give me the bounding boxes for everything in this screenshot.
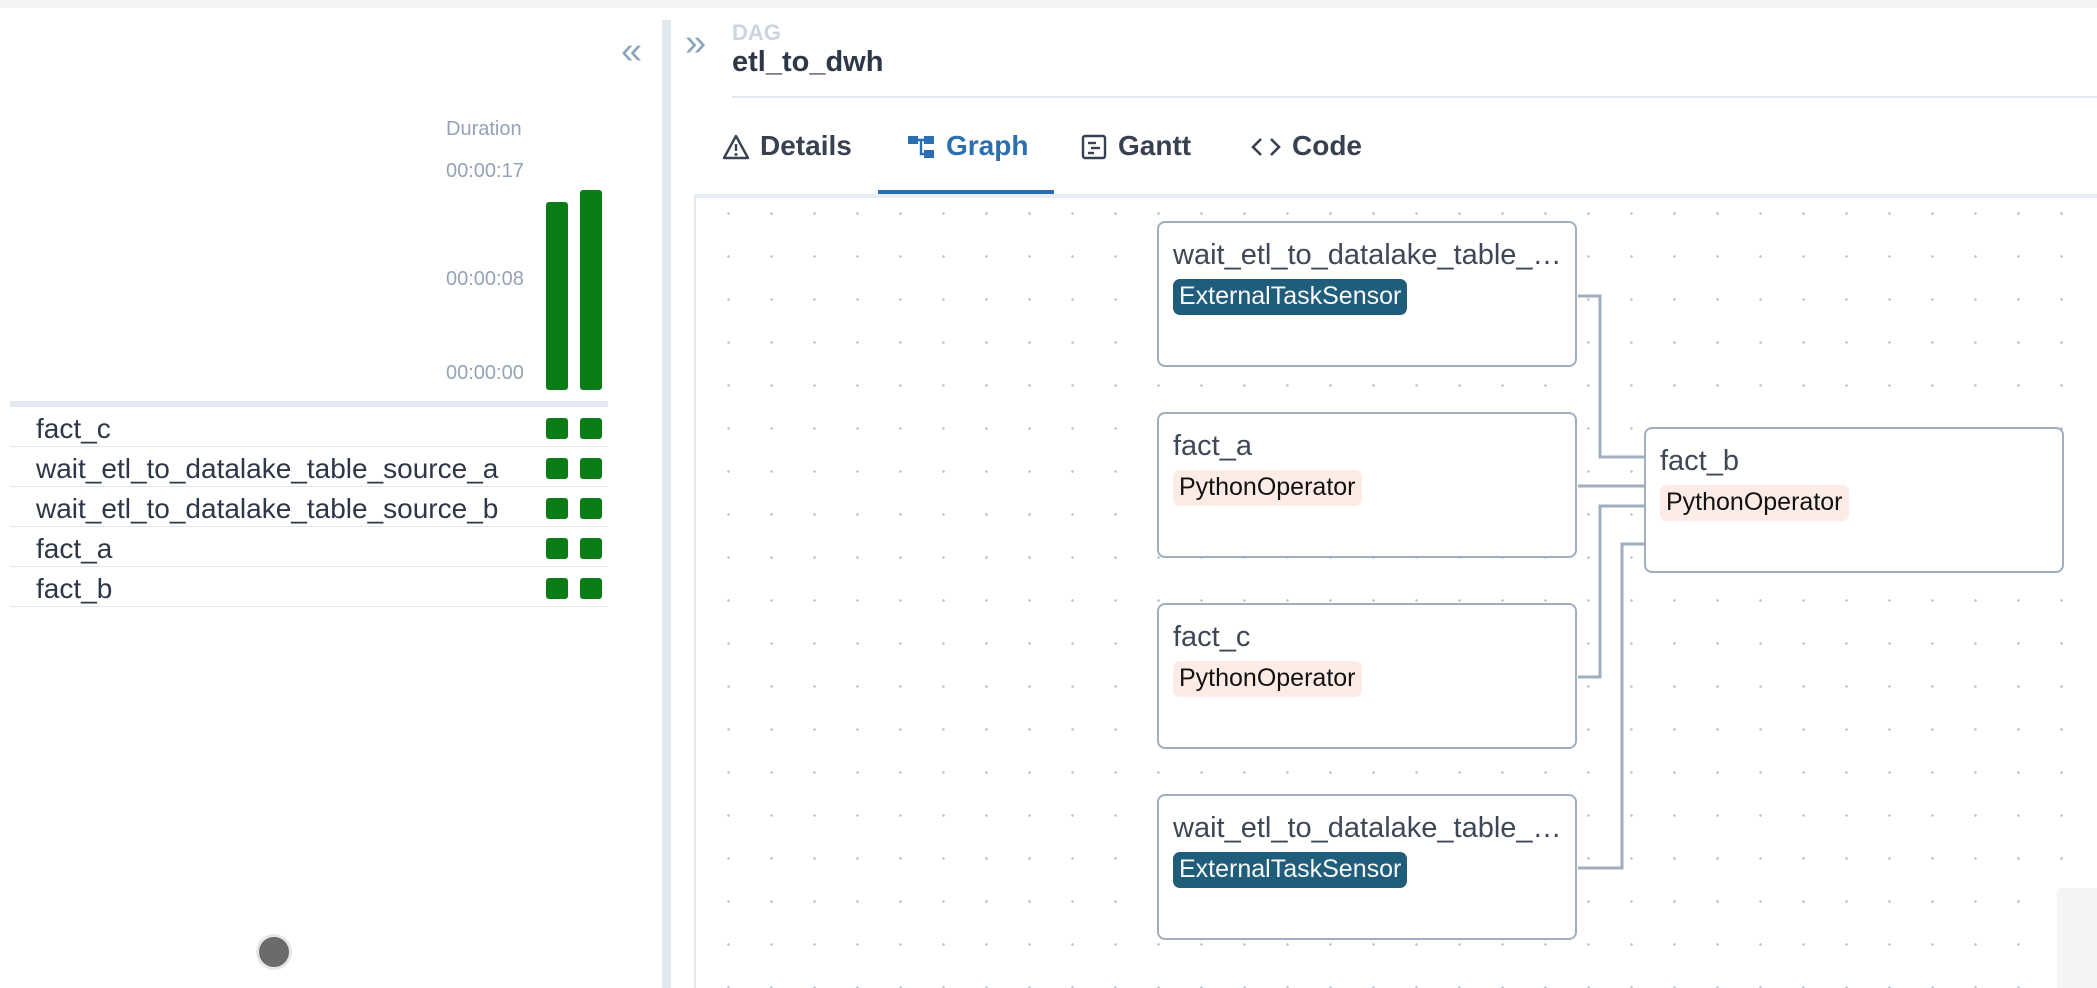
tab-gantt-label: Gantt <box>1118 130 1192 161</box>
task-instance-square[interactable] <box>546 538 568 559</box>
task-name[interactable]: wait_etl_to_datalake_table_source_b <box>36 493 498 525</box>
task-instance-square[interactable] <box>580 538 602 559</box>
double-chevron-left-icon[interactable]: « <box>621 32 642 70</box>
task-instance-square[interactable] <box>580 498 602 519</box>
task-instance-square[interactable] <box>580 458 602 479</box>
operator-badge: ExternalTaskSensor <box>1173 852 1408 888</box>
active-tab-indicator <box>878 190 1054 194</box>
tab-details-label: Details <box>760 130 852 161</box>
operator-badge: PythonOperator <box>1173 661 1362 697</box>
graph-node-fact-a[interactable]: fact_a PythonOperator <box>1157 412 1577 558</box>
tab-details[interactable]: Details <box>722 130 852 190</box>
panel-resize-handle[interactable] <box>662 20 671 988</box>
node-task-name: fact_a <box>1173 430 1252 462</box>
graph-node-fact-b[interactable]: fact_b PythonOperator <box>1644 427 2064 573</box>
tab-code-label: Code <box>1292 130 1362 161</box>
task-name[interactable]: fact_b <box>36 573 112 605</box>
edge-wait-b-to-fact-b <box>1578 542 1646 870</box>
task-row: fact_a <box>10 527 608 567</box>
task-name[interactable]: fact_a <box>36 533 112 565</box>
run-duration-bar[interactable] <box>580 190 602 390</box>
double-chevron-right-icon[interactable]: » <box>685 24 706 62</box>
graph-canvas[interactable]: wait_etl_to_datalake_table_… ExternalTas… <box>694 198 2097 988</box>
dag-label: DAG <box>732 20 781 45</box>
floating-action-button[interactable] <box>256 934 292 970</box>
gantt-icon <box>1080 130 1108 164</box>
header-divider <box>732 96 2097 98</box>
top-strip <box>0 0 2097 8</box>
warning-triangle-icon <box>722 130 750 164</box>
duration-header: Duration <box>446 118 522 140</box>
node-task-name: wait_etl_to_datalake_table_… <box>1173 239 1562 271</box>
tab-gantt[interactable]: Gantt <box>1080 130 1191 190</box>
grid-panel: « Duration 00:00:17 00:00:08 00:00:00 fa… <box>0 8 660 988</box>
task-instance-square[interactable] <box>580 578 602 599</box>
task-name[interactable]: fact_c <box>36 413 111 445</box>
code-icon <box>1250 130 1282 164</box>
duration-tick-mid: 00:00:08 <box>446 268 524 290</box>
task-instance-square[interactable] <box>546 498 568 519</box>
edge-wait-a-to-fact-b <box>1578 294 1646 459</box>
task-instance-square[interactable] <box>580 418 602 439</box>
minimap-corner <box>2057 888 2097 988</box>
run-duration-bar[interactable] <box>546 202 568 390</box>
graph-icon <box>906 130 936 164</box>
tab-code[interactable]: Code <box>1250 130 1362 190</box>
graph-node-fact-c[interactable]: fact_c PythonOperator <box>1157 603 1577 749</box>
operator-badge: PythonOperator <box>1173 470 1362 506</box>
dag-title: etl_to_dwh <box>732 46 884 78</box>
task-name[interactable]: wait_etl_to_datalake_table_source_a <box>36 453 498 485</box>
tab-graph[interactable]: Graph <box>906 130 1028 190</box>
task-row: fact_b <box>10 567 608 607</box>
duration-tick-max: 00:00:17 <box>446 160 524 182</box>
duration-tick-min: 00:00:00 <box>446 362 524 384</box>
task-row: wait_etl_to_datalake_table_source_a <box>10 447 608 487</box>
node-task-name: wait_etl_to_datalake_table_… <box>1173 812 1562 844</box>
edge-fact-c-to-fact-b <box>1578 504 1646 679</box>
task-instance-square[interactable] <box>546 418 568 439</box>
node-task-name: fact_b <box>1660 445 1739 477</box>
task-row: fact_c <box>10 407 608 447</box>
node-task-name: fact_c <box>1173 621 1251 653</box>
graph-node-wait-a[interactable]: wait_etl_to_datalake_table_… ExternalTas… <box>1157 221 1577 367</box>
tab-graph-label: Graph <box>946 130 1029 161</box>
operator-badge: ExternalTaskSensor <box>1173 279 1408 315</box>
operator-badge: PythonOperator <box>1660 485 1849 521</box>
graph-node-wait-b[interactable]: wait_etl_to_datalake_table_… ExternalTas… <box>1157 794 1577 940</box>
task-instance-square[interactable] <box>546 458 568 479</box>
task-row: wait_etl_to_datalake_table_source_b <box>10 487 608 527</box>
task-instance-square[interactable] <box>546 578 568 599</box>
